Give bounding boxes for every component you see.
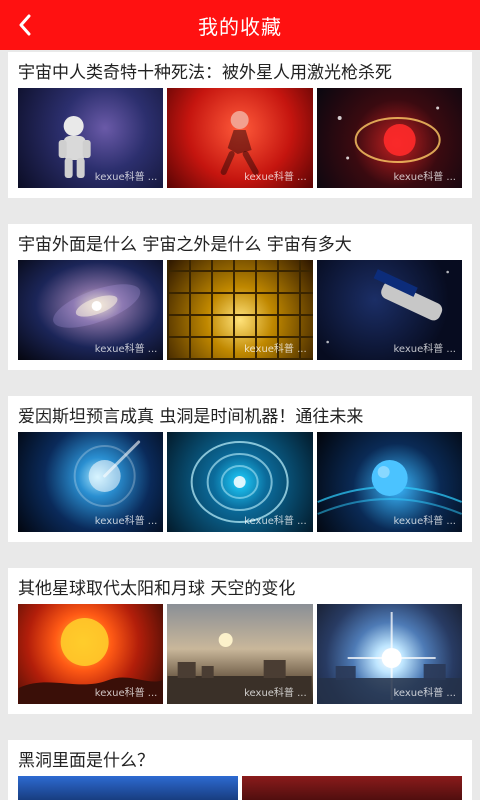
thumbnail-watermark: kexue科普 ... [94, 516, 158, 527]
thumbnail-image[interactable]: kexue科普 ... [167, 432, 313, 532]
card-title: 黑洞里面是什么？ [18, 751, 154, 771]
page-title: 我的收藏 [198, 14, 282, 39]
back-button[interactable] [10, 8, 40, 42]
thumbnail-watermark: kexue科普 ... [94, 172, 158, 183]
thumbnail-image[interactable]: kexue科普 ... [18, 88, 164, 188]
thumbnail-image[interactable]: kexue科普 ... [316, 432, 462, 532]
favorites-list[interactable]: 宇宙中人类奇特十种死法：被外星人用激光枪杀死 kexue科普 ... kexue… [0, 50, 480, 800]
card-title: 宇宙外面是什么 宇宙之外是什么 宇宙有多大 [18, 235, 352, 255]
favorite-card[interactable]: 宇宙外面是什么 宇宙之外是什么 宇宙有多大 kexue科普 ... kexue科… [8, 224, 472, 370]
thumbnail-image[interactable]: kexue科普 ... [316, 604, 462, 704]
favorite-card[interactable]: 宇宙中人类奇特十种死法：被外星人用激光枪杀死 kexue科普 ... kexue… [8, 52, 472, 198]
thumbnail-watermark: kexue科普 ... [393, 516, 456, 527]
thumbnail-image[interactable]: kexue科普 ... [167, 260, 313, 360]
thumbnail-row: kexue科普 ... kexue科普 ... kexue科普 ... [18, 88, 462, 188]
thumbnail-image[interactable]: kexue科普 ... [18, 604, 164, 704]
card-title: 爱因斯坦预言成真 虫洞是时间机器！通往未来 [18, 407, 364, 427]
thumbnail-image[interactable]: kexue科普 ... [18, 260, 164, 360]
favorite-card[interactable]: 爱因斯坦预言成真 虫洞是时间机器！通往未来 kexue科普 ... kexue科… [8, 396, 472, 542]
thumbnail-image[interactable] [18, 776, 238, 800]
thumbnail-watermark: kexue科普 ... [393, 344, 456, 355]
thumbnail-image[interactable]: kexue科普 ... [316, 260, 462, 360]
thumbnail-watermark: kexue科普 ... [244, 688, 307, 699]
card-title: 其他星球取代太阳和月球 天空的变化 [18, 579, 296, 599]
thumbnail-watermark: kexue科普 ... [94, 344, 158, 355]
thumbnail-watermark: kexue科普 ... [94, 688, 158, 699]
card-title: 宇宙中人类奇特十种死法：被外星人用激光枪杀死 [18, 63, 392, 83]
thumbnail-row: kexue科普 ... kexue科普 ... kexue科普 ... [18, 432, 462, 532]
favorite-card[interactable]: 其他星球取代太阳和月球 天空的变化 kexue科普 ... kexue科普 ..… [8, 568, 472, 714]
thumbnail-watermark: kexue科普 ... [244, 516, 307, 527]
thumbnail-watermark: kexue科普 ... [393, 172, 456, 183]
thumbnail-watermark: kexue科普 ... [244, 344, 307, 355]
back-chevron-icon [19, 14, 31, 36]
thumbnail-image[interactable] [242, 776, 462, 800]
thumbnail-image[interactable]: kexue科普 ... [167, 604, 313, 704]
thumbnail-row: kexue科普 ... kexue科普 ... kexue科普 ... [18, 260, 462, 360]
thumbnail-row [18, 776, 462, 800]
favorite-card[interactable]: 黑洞里面是什么？ [8, 740, 472, 800]
thumbnail-watermark: kexue科普 ... [244, 172, 307, 183]
thumbnail-image[interactable]: kexue科普 ... [18, 432, 164, 532]
thumbnail-image[interactable]: kexue科普 ... [316, 88, 462, 188]
thumbnail-row: kexue科普 ... kexue科普 ... kexue科普 ... [18, 604, 462, 704]
thumbnail-watermark: kexue科普 ... [393, 688, 456, 699]
top-bar: 我的收藏 [0, 0, 480, 50]
thumbnail-image[interactable]: kexue科普 ... [167, 88, 313, 188]
